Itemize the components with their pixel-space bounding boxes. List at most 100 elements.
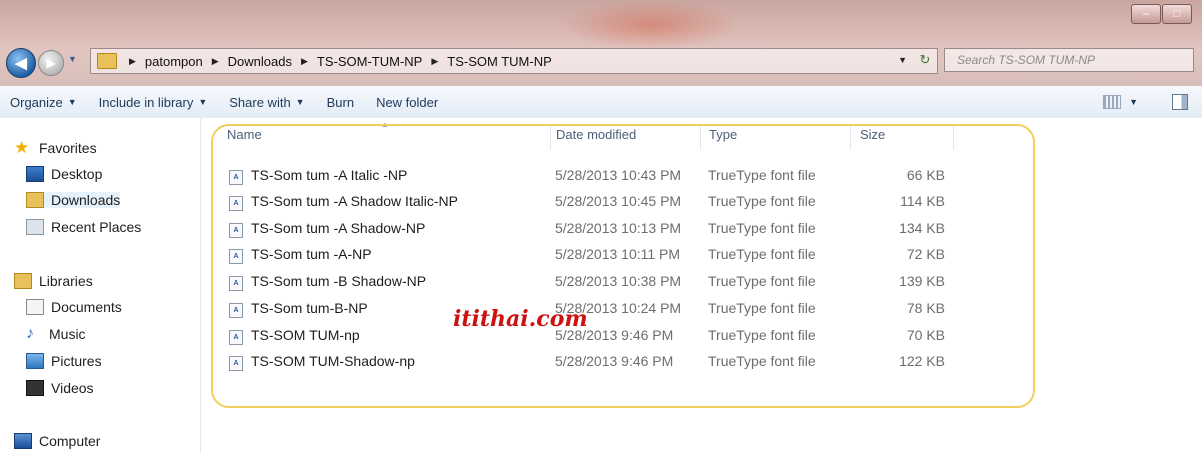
sidebar-item-documents[interactable]: Documents xyxy=(26,299,122,315)
organize-button[interactable]: Organize ▼ xyxy=(10,95,77,110)
include-in-library-button[interactable]: Include in library ▼ xyxy=(99,95,208,110)
organize-label: Organize xyxy=(10,94,63,110)
font-file-icon: A xyxy=(229,330,243,345)
new-folder-label: New folder xyxy=(376,94,439,110)
font-file-icon: A xyxy=(229,249,243,264)
sidebar-item-recent-places[interactable]: Recent Places xyxy=(26,219,141,235)
chevron-right-icon[interactable]: ▶ xyxy=(212,56,219,67)
file-size: 78 KB xyxy=(906,300,945,316)
downloads-folder-icon xyxy=(26,192,44,208)
share-with-button[interactable]: Share with ▼ xyxy=(229,95,304,110)
column-divider[interactable] xyxy=(550,124,551,150)
sidebar-item-libraries[interactable]: Libraries xyxy=(14,273,93,289)
breadcrumb-item[interactable]: TS-SOM-TUM-NP xyxy=(317,54,422,69)
search-box[interactable] xyxy=(944,48,1194,72)
forward-button[interactable]: ▶ xyxy=(38,50,64,76)
table-row[interactable]: A TS-Som tum -A Shadow Italic-NP 5/28/20… xyxy=(221,189,961,215)
file-name: TS-Som tum-B-NP xyxy=(251,300,368,316)
chevron-down-icon: ▼ xyxy=(198,97,208,107)
maximize-icon: □ xyxy=(1173,8,1181,20)
chevron-down-icon[interactable]: ▼ xyxy=(1129,97,1138,107)
sidebar-item-desktop[interactable]: Desktop xyxy=(26,166,102,182)
file-type: TrueType font file xyxy=(708,353,816,369)
watermark: itithai.com xyxy=(453,306,588,332)
file-name: TS-Som tum -A Shadow Italic-NP xyxy=(251,193,458,209)
file-type: TrueType font file xyxy=(708,220,816,236)
sidebar-item-downloads[interactable]: Downloads xyxy=(26,192,121,208)
breadcrumb-item[interactable]: TS-SOM TUM-NP xyxy=(447,54,551,69)
documents-icon xyxy=(26,299,44,315)
navigation-pane: ★ Favorites Desktop Downloads Recent Pla… xyxy=(0,118,201,452)
preview-pane-icon[interactable] xyxy=(1172,94,1188,110)
column-header-name[interactable]: Name xyxy=(227,127,262,142)
file-size: 72 KB xyxy=(906,246,945,262)
sidebar-item-pictures[interactable]: Pictures xyxy=(26,353,102,369)
title-bar: – □ ◀ ▶ ▼ ▶ patompon ▶ Downloads ▶ TS-SO… xyxy=(0,0,1202,86)
address-dropdown-icon[interactable]: ▼ xyxy=(898,55,907,65)
file-size: 70 KB xyxy=(906,327,945,343)
file-date: 5/28/2013 10:13 PM xyxy=(555,220,682,236)
file-name: TS-Som tum -B Shadow-NP xyxy=(251,273,427,289)
file-size: 139 KB xyxy=(899,273,945,289)
column-header-type[interactable]: Type xyxy=(709,127,737,142)
sidebar-item-label: Libraries xyxy=(39,273,93,289)
file-name: TS-Som tum -A-NP xyxy=(251,246,372,262)
recent-places-icon xyxy=(26,219,44,235)
sidebar-item-videos[interactable]: Videos xyxy=(26,380,94,396)
table-row[interactable]: A TS-Som tum-B-NP 5/28/2013 10:24 PM Tru… xyxy=(221,296,961,322)
file-name: TS-Som tum -A Shadow-NP xyxy=(251,220,426,236)
file-size: 66 KB xyxy=(906,167,945,183)
refresh-icon[interactable]: ↻ xyxy=(915,51,935,69)
table-row[interactable]: A TS-SOM TUM-np 5/28/2013 9:46 PM TrueTy… xyxy=(221,323,961,349)
search-input[interactable] xyxy=(955,52,1159,68)
table-row[interactable]: A TS-Som tum -A Shadow-NP 5/28/2013 10:1… xyxy=(221,216,961,242)
table-row[interactable]: A TS-Som tum -A-NP 5/28/2013 10:11 PM Tr… xyxy=(221,242,961,268)
new-folder-button[interactable]: New folder xyxy=(376,95,438,110)
sidebar-item-music[interactable]: ♪ Music xyxy=(26,325,86,343)
forward-arrow-icon: ▶ xyxy=(46,56,56,70)
sidebar-item-computer[interactable]: Computer xyxy=(14,433,100,449)
star-icon: ★ xyxy=(14,138,30,157)
sidebar-item-favorites[interactable]: ★ Favorites xyxy=(14,138,97,157)
address-bar[interactable]: ▶ patompon ▶ Downloads ▶ TS-SOM-TUM-NP ▶… xyxy=(90,48,938,74)
sidebar-item-label: Pictures xyxy=(51,353,102,369)
chevron-down-icon: ▼ xyxy=(295,97,305,107)
minimize-icon: – xyxy=(1142,8,1150,20)
burn-label: Burn xyxy=(326,94,355,110)
chevron-right-icon[interactable]: ▶ xyxy=(431,56,438,67)
breadcrumb-item[interactable]: Downloads xyxy=(228,54,292,69)
column-divider[interactable] xyxy=(700,124,701,150)
minimize-button[interactable]: – xyxy=(1131,4,1161,24)
file-type: TrueType font file xyxy=(708,273,816,289)
file-type: TrueType font file xyxy=(708,193,816,209)
sidebar-item-label: Recent Places xyxy=(51,219,142,235)
recent-pages-dropdown[interactable]: ▼ xyxy=(68,54,77,64)
file-date: 5/28/2013 9:46 PM xyxy=(555,353,674,369)
table-row[interactable]: A TS-Som tum -B Shadow-NP 5/28/2013 10:3… xyxy=(221,269,961,295)
change-view-icon[interactable] xyxy=(1103,95,1122,109)
sidebar-item-label: Documents xyxy=(51,299,122,315)
include-in-library-label: Include in library xyxy=(98,94,194,110)
sidebar-item-label: Favorites xyxy=(39,140,97,156)
file-date: 5/28/2013 10:45 PM xyxy=(555,193,682,209)
table-row[interactable]: A TS-SOM TUM-Shadow-np 5/28/2013 9:46 PM… xyxy=(221,349,961,375)
back-button[interactable]: ◀ xyxy=(6,48,36,78)
chevron-right-icon[interactable]: ▶ xyxy=(301,56,308,67)
column-divider[interactable] xyxy=(850,124,851,150)
view-controls: ▼ xyxy=(1103,94,1188,110)
music-note-icon: ♪ xyxy=(26,325,34,342)
burn-button[interactable]: Burn xyxy=(327,95,354,110)
column-divider[interactable] xyxy=(953,124,954,150)
table-row[interactable]: A TS-Som tum -A Italic -NP 5/28/2013 10:… xyxy=(221,163,961,189)
sidebar-item-label: Desktop xyxy=(51,166,103,182)
maximize-button[interactable]: □ xyxy=(1162,4,1192,24)
chevron-right-icon[interactable]: ▶ xyxy=(129,56,136,67)
breadcrumb-item[interactable]: patompon xyxy=(145,54,203,69)
column-header-date-modified[interactable]: Date modified xyxy=(556,127,636,142)
sidebar-item-label: Music xyxy=(49,326,86,342)
computer-icon xyxy=(14,433,32,449)
sidebar-item-label: Computer xyxy=(39,433,101,449)
column-header-size[interactable]: Size xyxy=(860,127,885,142)
desktop-icon xyxy=(26,166,44,182)
share-with-label: Share with xyxy=(229,94,291,110)
